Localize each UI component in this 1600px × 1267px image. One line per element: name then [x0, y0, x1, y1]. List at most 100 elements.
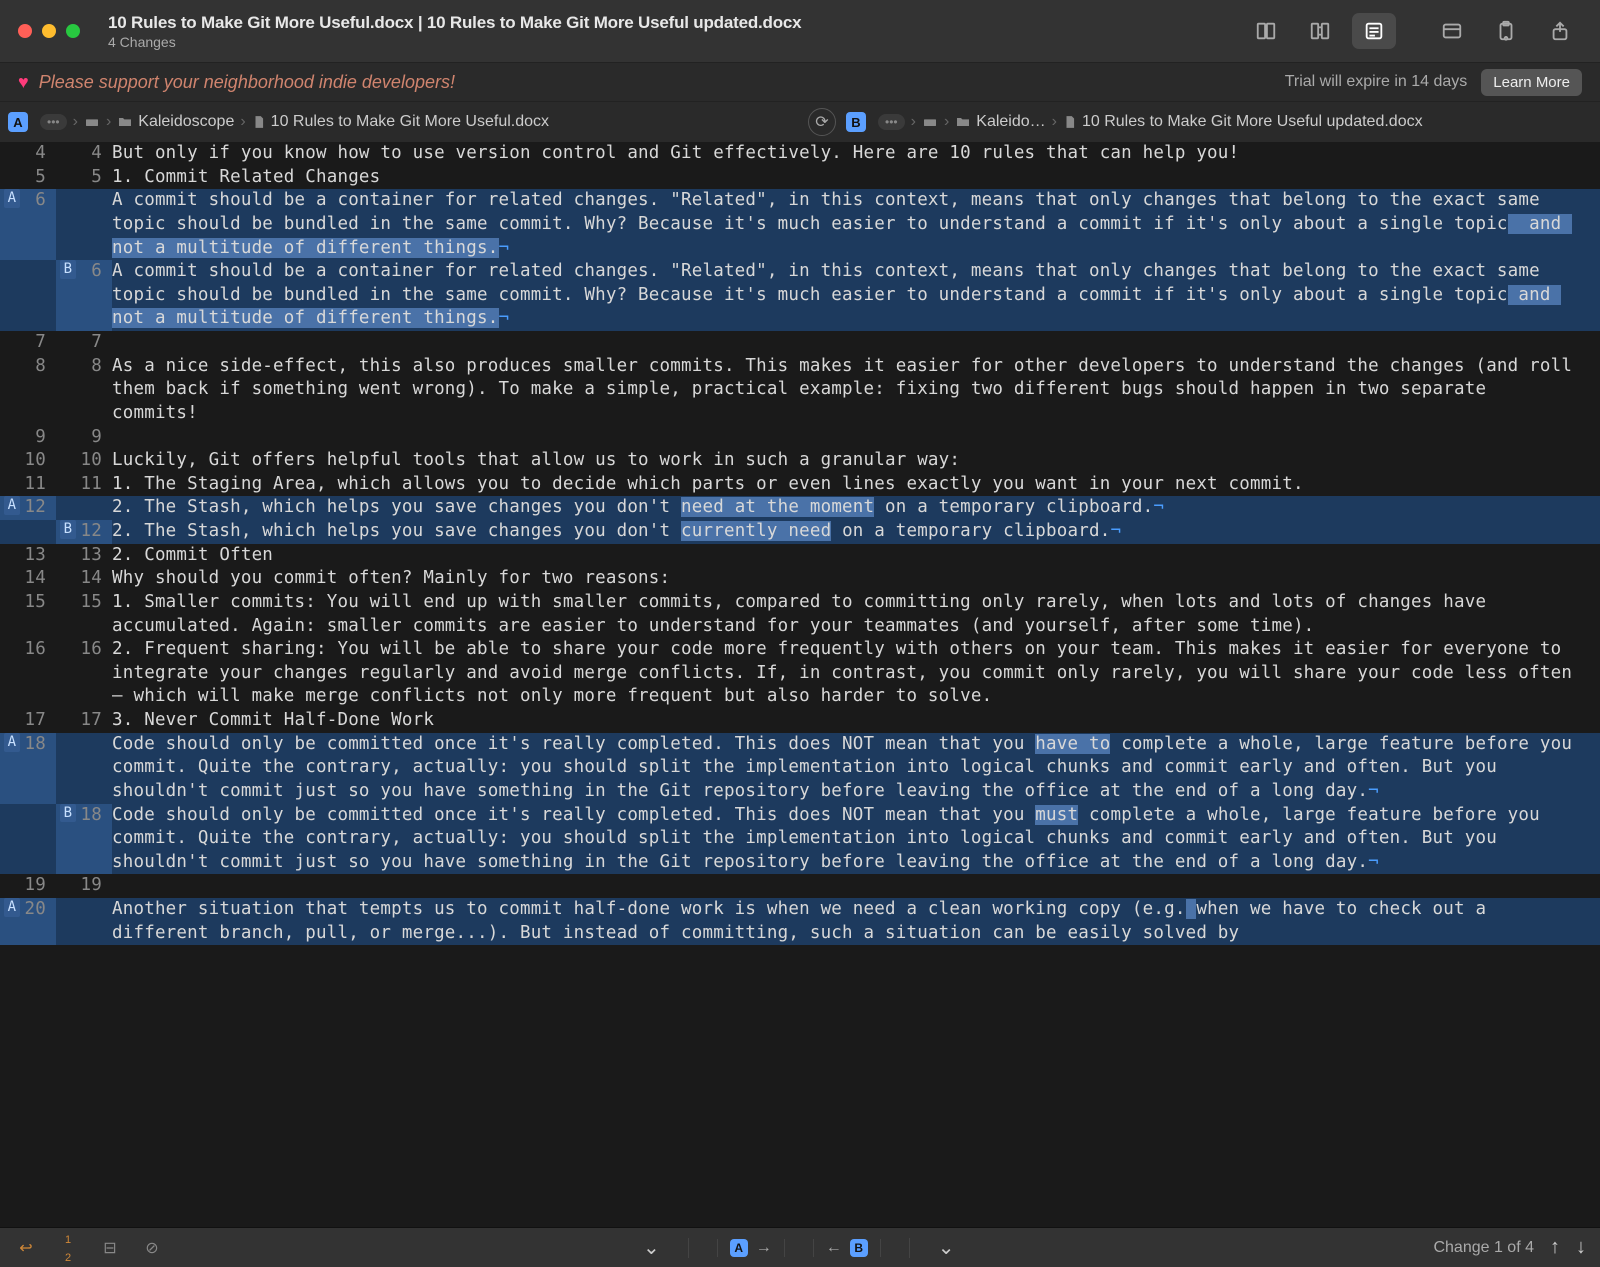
- zoom-window[interactable]: [66, 24, 80, 38]
- next-change-icon[interactable]: ↓: [1576, 1236, 1586, 1259]
- nav-down-icon[interactable]: ⌄: [643, 1235, 660, 1260]
- diff-line[interactable]: 77: [0, 331, 1600, 355]
- diff-line[interactable]: 1010Luckily, Git offers helpful tools th…: [0, 449, 1600, 473]
- line-number-a: 8: [0, 355, 56, 426]
- code-text: [112, 426, 1600, 450]
- toolbar-buttons: [1244, 13, 1582, 49]
- diff-line[interactable]: 1919: [0, 874, 1600, 898]
- diff-line[interactable]: 551. Commit Related Changes: [0, 166, 1600, 190]
- titlebar: 10 Rules to Make Git More Useful.docx | …: [0, 0, 1600, 62]
- diff-line[interactable]: 11111. The Staging Area, which allows yo…: [0, 473, 1600, 497]
- close-window[interactable]: [18, 24, 32, 38]
- line-number-b: B18: [56, 804, 112, 875]
- line-number-b: 17: [56, 709, 112, 733]
- path-ellipsis[interactable]: •••: [878, 114, 905, 130]
- file-a-badge[interactable]: A: [8, 112, 28, 132]
- clipboard-icon[interactable]: [1484, 13, 1528, 49]
- copy-b-to-a[interactable]: ← B: [813, 1239, 881, 1257]
- chevron-icon: ›: [911, 113, 916, 131]
- line-number-b: B12: [56, 520, 112, 544]
- bottom-bar: ↩ 12 ⊟ ⊘ ⌄ A → ← B ⌄ Change 1 of 4 ↑ ↓: [0, 1227, 1600, 1267]
- line-number-b: 10: [56, 449, 112, 473]
- diff-line[interactable]: 99: [0, 426, 1600, 450]
- line-numbers-icon[interactable]: 12: [56, 1230, 80, 1266]
- chevron-icon: ›: [73, 113, 78, 131]
- view-fluid-icon[interactable]: [1298, 13, 1342, 49]
- diff-line[interactable]: 15151. Smaller commits: You will end up …: [0, 591, 1600, 638]
- path-bar: A ••• › › Kaleidoscope › 10 Rules to Mak…: [0, 102, 1600, 142]
- line-number-a: 15: [0, 591, 56, 638]
- case-icon[interactable]: ⊘: [140, 1238, 164, 1258]
- code-text: 2. Commit Often: [112, 544, 1600, 568]
- diff-line[interactable]: 44But only if you know how to use versio…: [0, 142, 1600, 166]
- learn-more-button[interactable]: Learn More: [1481, 69, 1582, 96]
- line-number-a: A12: [0, 496, 56, 520]
- line-number-a: 9: [0, 426, 56, 450]
- code-text: 1. Smaller commits: You will end up with…: [112, 591, 1600, 638]
- diff-line[interactable]: B6A commit should be a container for rel…: [0, 260, 1600, 331]
- line-number-b: B6: [56, 260, 112, 331]
- nav-down-2-icon[interactable]: ⌄: [938, 1235, 955, 1260]
- title-area: 10 Rules to Make Git More Useful.docx | …: [108, 13, 1244, 50]
- code-text: 1. The Staging Area, which allows you to…: [112, 473, 1600, 497]
- diff-line[interactable]: 1414Why should you commit often? Mainly …: [0, 567, 1600, 591]
- share-icon[interactable]: [1538, 13, 1582, 49]
- diff-line[interactable]: 17173. Never Commit Half-Done Work: [0, 709, 1600, 733]
- code-text: [112, 874, 1600, 898]
- diff-line[interactable]: B122. The Stash, which helps you save ch…: [0, 520, 1600, 544]
- line-number-b: [56, 189, 112, 260]
- line-number-a: 13: [0, 544, 56, 568]
- line-number-a: [0, 804, 56, 875]
- file-item[interactable]: 10 Rules to Make Git More Useful.docx: [252, 113, 549, 131]
- code-text: 3. Never Commit Half-Done Work: [112, 709, 1600, 733]
- bottom-right: Change 1 of 4 ↑ ↓: [1433, 1236, 1586, 1259]
- file-b-badge[interactable]: B: [846, 112, 866, 132]
- window-layout-icon[interactable]: [1430, 13, 1474, 49]
- line-number-b: [56, 496, 112, 520]
- minimize-window[interactable]: [42, 24, 56, 38]
- code-text: Why should you commit often? Mainly for …: [112, 567, 1600, 591]
- view-unified-icon[interactable]: [1352, 13, 1396, 49]
- swap-files-icon[interactable]: ⟳: [808, 108, 836, 136]
- line-number-b: 7: [56, 331, 112, 355]
- code-text: 2. The Stash, which helps you save chang…: [112, 520, 1600, 544]
- line-number-a: [0, 520, 56, 544]
- diff-line[interactable]: A18Code should only be committed once it…: [0, 733, 1600, 804]
- diff-line[interactable]: A20Another situation that tempts us to c…: [0, 898, 1600, 945]
- code-text: [112, 331, 1600, 355]
- line-number-b: 19: [56, 874, 112, 898]
- diff-line[interactable]: 13132. Commit Often: [0, 544, 1600, 568]
- folder-item[interactable]: Kaleidoscope: [117, 113, 234, 131]
- code-text: As a nice side-effect, this also produce…: [112, 355, 1600, 426]
- diff-line[interactable]: A6A commit should be a container for rel…: [0, 189, 1600, 260]
- diff-line[interactable]: 88As a nice side-effect, this also produ…: [0, 355, 1600, 426]
- diff-line[interactable]: A122. The Stash, which helps you save ch…: [0, 496, 1600, 520]
- bottom-left-controls: ↩ 12 ⊟ ⊘: [14, 1230, 164, 1266]
- support-text[interactable]: Please support your neighborhood indie d…: [39, 72, 1285, 93]
- line-number-a: 17: [0, 709, 56, 733]
- line-number-a: 4: [0, 142, 56, 166]
- support-bar: ♥ Please support your neighborhood indie…: [0, 62, 1600, 102]
- diff-line[interactable]: 16162. Frequent sharing: You will be abl…: [0, 638, 1600, 709]
- line-number-b: 9: [56, 426, 112, 450]
- diff-line[interactable]: B18Code should only be committed once it…: [0, 804, 1600, 875]
- window-controls: [18, 24, 80, 38]
- path-ellipsis[interactable]: •••: [40, 114, 67, 130]
- code-text: 1. Commit Related Changes: [112, 166, 1600, 190]
- code-text: A commit should be a container for relat…: [112, 189, 1600, 260]
- drive-icon[interactable]: [922, 114, 938, 130]
- bottom-nav: ⌄ A → ← B ⌄: [164, 1235, 1433, 1260]
- line-number-a: 10: [0, 449, 56, 473]
- view-side-by-side-icon[interactable]: [1244, 13, 1288, 49]
- folder-item[interactable]: Kaleido…: [955, 113, 1045, 131]
- wrap-icon[interactable]: ↩: [14, 1238, 38, 1258]
- whitespace-icon[interactable]: ⊟: [98, 1238, 122, 1258]
- line-number-b: 13: [56, 544, 112, 568]
- code-text: A commit should be a container for relat…: [112, 260, 1600, 331]
- drive-icon[interactable]: [84, 114, 100, 130]
- diff-content[interactable]: 44But only if you know how to use versio…: [0, 142, 1600, 1227]
- file-item[interactable]: 10 Rules to Make Git More Useful updated…: [1063, 113, 1423, 131]
- line-number-a: [0, 260, 56, 331]
- prev-change-icon[interactable]: ↑: [1550, 1236, 1560, 1259]
- copy-a-to-b[interactable]: A →: [717, 1239, 785, 1257]
